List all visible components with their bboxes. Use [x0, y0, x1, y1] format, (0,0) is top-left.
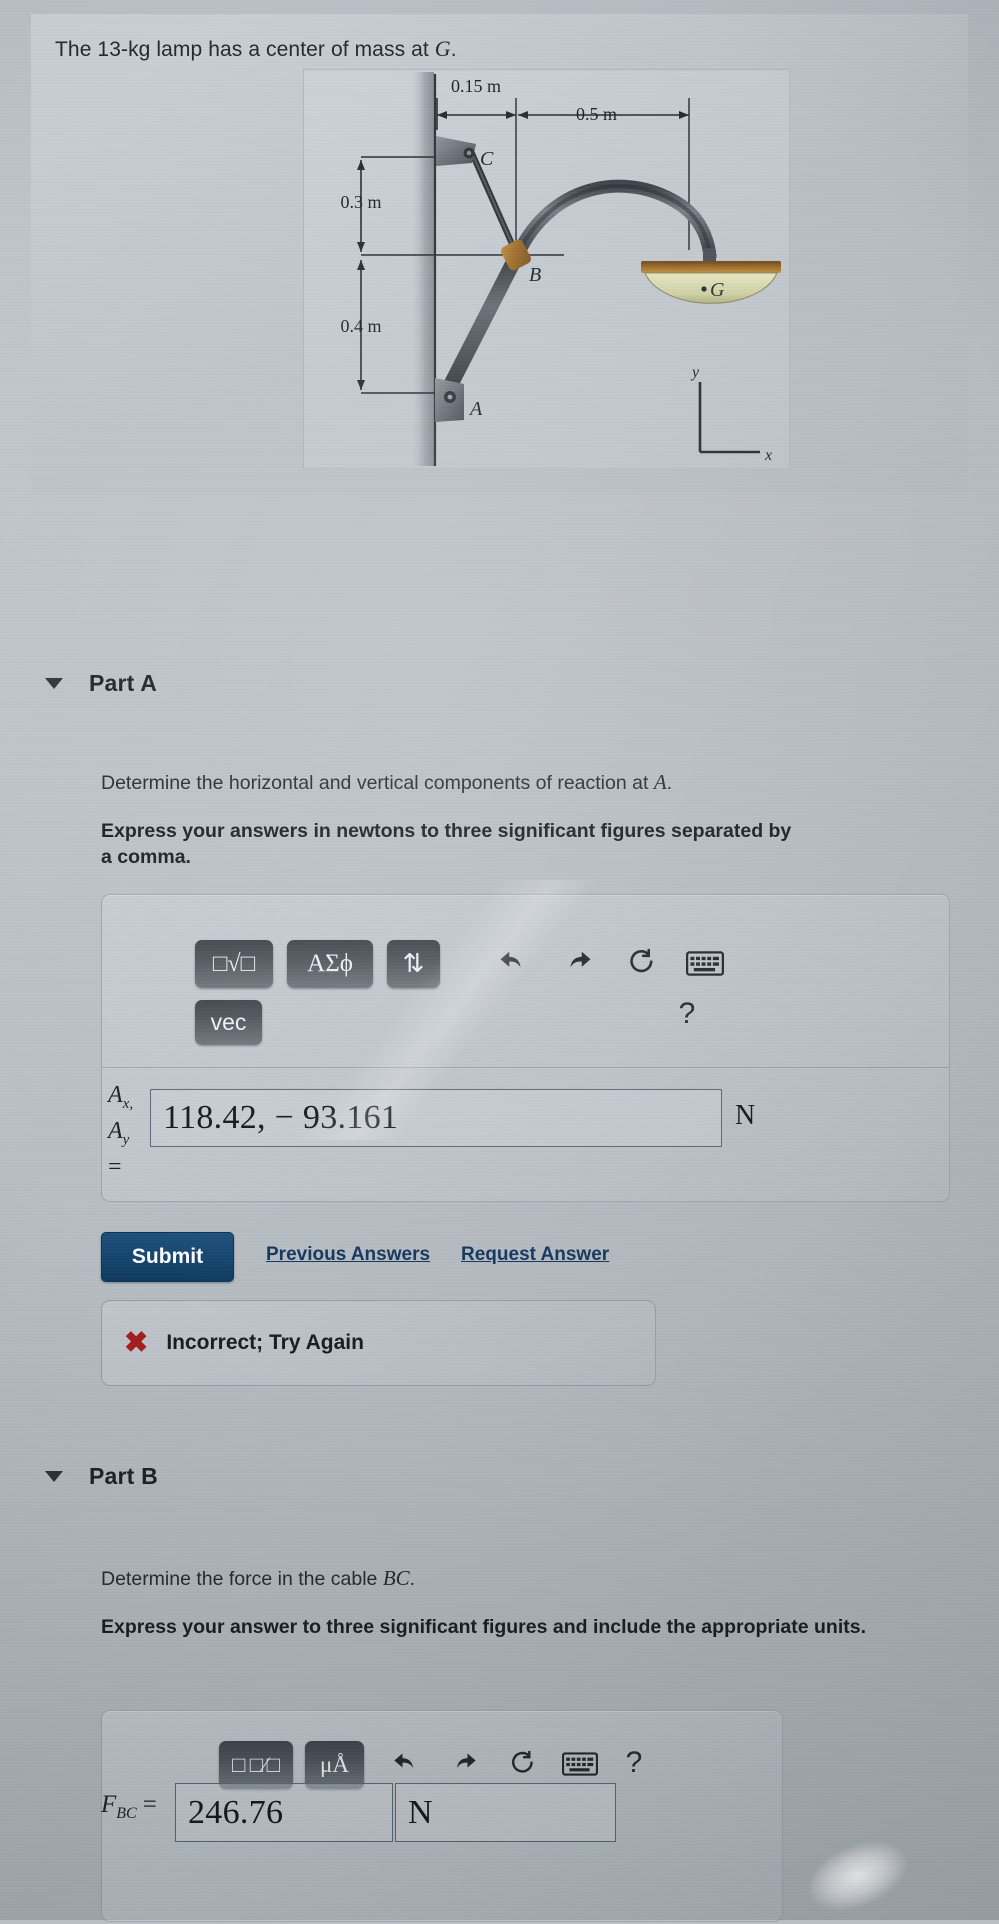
part-b-answer-value: 246.76: [188, 1793, 284, 1831]
figure-label-point-c: C: [480, 148, 494, 170]
reset-icon[interactable]: [623, 943, 659, 981]
part-b-header[interactable]: Part B: [45, 1463, 158, 1490]
statement-prefix: The 13-kg lamp has a center of mass at: [55, 38, 435, 61]
part-a-instruction: Express your answers in newtons to three…: [101, 820, 792, 868]
part-b-answer-panel: □ □∕□ μÅ ? FBC = 246.76 N: [101, 1710, 783, 1922]
redo-icon[interactable]: [447, 1747, 481, 1781]
redo-icon-glyph: [457, 1753, 476, 1769]
template-sqrt-label: □√□: [212, 950, 256, 977]
part-a-feedback: ✖ Incorrect; Try Again: [101, 1300, 656, 1386]
part-a-question-suffix: .: [666, 772, 673, 794]
updown-arrows-button[interactable]: ⇅: [387, 940, 440, 988]
updown-arrows-label: ⇅: [402, 949, 425, 978]
part-a-units: N: [735, 1100, 756, 1131]
problem-statement-panel: The 13-kg lamp has a center of mass at G…: [31, 14, 968, 494]
units-button[interactable]: μÅ: [305, 1741, 364, 1789]
fbc-label-sub: BC: [116, 1805, 137, 1822]
help-icon-label: ?: [678, 997, 696, 1030]
toolbar-divider: [102, 1067, 949, 1068]
part-a-submit-button[interactable]: Submit: [101, 1232, 234, 1282]
figure-label-axis-y: y: [690, 364, 700, 381]
figure-label-point-a: A: [468, 398, 483, 420]
part-a-answer-panel: □√□ ΑΣϕ ⇅ vec ? Ax, Ay = 118.42, − 93.16…: [101, 894, 950, 1202]
screen-glare-spot: [797, 1827, 918, 1924]
part-a-title: Part A: [89, 670, 158, 696]
reset-icon-glyph: [511, 1750, 533, 1773]
undo-icon-glyph: [500, 951, 521, 968]
problem-statement-text: The 13-kg lamp has a center of mass at G…: [55, 36, 457, 62]
template-fraction-label: □ □∕□: [232, 1752, 280, 1777]
x-mark-icon: ✖: [124, 1326, 149, 1359]
part-b-answer-label: FBC =: [101, 1791, 157, 1823]
greek-symbols-button[interactable]: ΑΣϕ: [287, 940, 373, 988]
part-b-units-value: N: [408, 1793, 433, 1831]
statement-symbol-g: G: [434, 36, 451, 61]
undo-icon-glyph: [394, 1753, 413, 1769]
part-a-previous-answers-link[interactable]: Previous Answers: [266, 1244, 430, 1266]
answer-label-sub2: y: [122, 1131, 130, 1148]
keyboard-icon-glyph: [562, 1752, 598, 1776]
figure-label-dim-lower-left: 0.4 m: [340, 316, 381, 336]
undo-icon[interactable]: [495, 945, 531, 981]
part-a-answer-value: 118.42, − 93.161: [163, 1099, 399, 1136]
reset-icon-glyph: [629, 948, 652, 972]
part-a-request-answer-link[interactable]: Request Answer: [461, 1244, 609, 1266]
part-b-units-input[interactable]: N: [395, 1783, 616, 1842]
answer-label-a1: A: [108, 1082, 123, 1108]
keyboard-icon[interactable]: [685, 949, 725, 977]
part-b-title: Part B: [89, 1463, 158, 1489]
redo-icon[interactable]: [560, 945, 596, 981]
chevron-down-icon[interactable]: [45, 678, 63, 689]
part-a-answer-label: Ax, Ay =: [108, 1082, 133, 1181]
figure-label-dim-upper-left: 0.3 m: [340, 192, 381, 212]
greek-symbols-label: ΑΣϕ: [307, 950, 353, 977]
template-sqrt-button[interactable]: □√□: [195, 940, 273, 988]
help-icon[interactable]: ?: [620, 1743, 648, 1783]
figure-label-point-g: G: [710, 279, 725, 301]
statement-suffix: .: [450, 38, 457, 61]
chevron-down-icon[interactable]: [45, 1471, 63, 1482]
help-icon[interactable]: ?: [672, 995, 702, 1033]
keyboard-icon[interactable]: [561, 1751, 599, 1777]
answer-label-sub1: x,: [122, 1095, 134, 1112]
part-b-instruction: Express your answer to three significant…: [101, 1616, 866, 1638]
part-a-question-text: Determine the horizontal and vertical co…: [101, 772, 654, 794]
part-a-header[interactable]: Part A: [45, 670, 157, 697]
answer-label-equals: =: [108, 1153, 122, 1180]
vec-button[interactable]: vec: [195, 1000, 262, 1045]
template-fraction-button[interactable]: □ □∕□: [219, 1741, 293, 1789]
part-a-question: Determine the horizontal and vertical co…: [101, 770, 672, 795]
units-label: μÅ: [320, 1752, 349, 1777]
fbc-label-f: F: [101, 1791, 117, 1818]
lamp-diagram-figure: 0.15 m 0.5 m 0.3 m 0.4 m C B A G y x: [303, 69, 790, 469]
figure-label-axis-x: x: [764, 447, 772, 464]
answer-label-a2: A: [108, 1117, 123, 1144]
figure-label-dim-right: 0.5 m: [576, 104, 617, 124]
reset-icon[interactable]: [505, 1745, 539, 1781]
part-b-question-suffix: .: [409, 1568, 416, 1590]
part-b-answer-input[interactable]: 246.76: [175, 1783, 393, 1842]
part-a-question-symbol: A: [653, 770, 667, 794]
figure-label-point-b: B: [529, 264, 541, 286]
vec-label: vec: [210, 1009, 247, 1035]
help-icon-label: ?: [625, 1746, 643, 1779]
part-b-question-text: Determine the force in the cable: [101, 1568, 383, 1590]
lamp-diagram-svg: 0.15 m 0.5 m 0.3 m 0.4 m C B A G y x: [340, 72, 781, 466]
figure-label-dim-top: 0.15 m: [451, 76, 501, 96]
part-a-answer-input[interactable]: 118.42, − 93.161: [150, 1089, 722, 1147]
fbc-label-equals: =: [142, 1791, 157, 1818]
undo-icon[interactable]: [389, 1747, 423, 1781]
keyboard-icon-glyph: [686, 950, 724, 976]
redo-icon-glyph: [570, 951, 591, 968]
part-a-feedback-text: Incorrect; Try Again: [166, 1331, 364, 1354]
part-b-question-symbol: BC: [382, 1566, 410, 1590]
part-a-submit-label: Submit: [131, 1245, 204, 1268]
part-b-question: Determine the force in the cable BC.: [101, 1566, 415, 1591]
